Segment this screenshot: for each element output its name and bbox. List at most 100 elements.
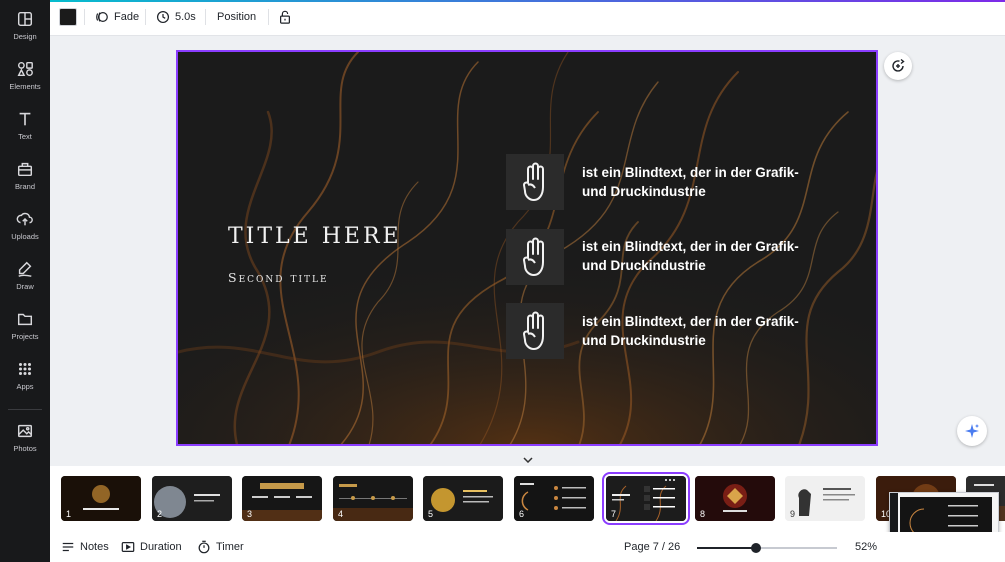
toolbar-divider xyxy=(84,9,85,25)
thumbnail-preview xyxy=(333,476,413,521)
page-thumbnail[interactable]: 6 xyxy=(514,476,594,521)
play-rectangle-icon xyxy=(121,542,135,552)
animation-label: Fade xyxy=(114,10,140,23)
stopwatch-icon xyxy=(198,540,210,554)
thumbnail-preview xyxy=(695,476,775,521)
zoom-slider-fill xyxy=(697,547,755,549)
slide-subtitle[interactable]: Second title xyxy=(228,270,329,285)
lock-button[interactable] xyxy=(278,0,297,33)
sidebar-item-label: Design xyxy=(13,31,37,41)
raised-fingers-hand-icon xyxy=(523,162,544,201)
duration-button[interactable]: 5.0s xyxy=(156,0,196,33)
raised-fingers-hand-icon xyxy=(523,311,544,350)
feature-text[interactable]: ist ein Blindtext, der in der Grafik- un… xyxy=(582,237,812,275)
sidebar-item-label: Uploads xyxy=(11,231,39,241)
page-thumbnail[interactable]: 9 xyxy=(785,476,865,521)
sidebar-item-design[interactable]: Design xyxy=(0,0,50,50)
color-picker-button[interactable] xyxy=(59,0,77,33)
refresh-plus-icon xyxy=(892,58,905,72)
feature-text[interactable]: ist ein Blindtext, der in der Grafik- un… xyxy=(582,312,812,350)
page-thumbnail[interactable]: 5 xyxy=(423,476,503,521)
thumbnail-number: 1 xyxy=(66,509,72,519)
sidebar-item-label: Projects xyxy=(11,331,39,341)
sidebar-item-label: Brand xyxy=(14,181,35,191)
feature-text[interactable]: ist ein Blindtext, der in der Grafik- un… xyxy=(582,163,812,201)
sidebar-item-projects[interactable]: Projects xyxy=(0,300,50,350)
sparkle-icon xyxy=(965,424,979,438)
raised-fingers-hand-icon xyxy=(523,237,544,276)
sidebar-item-elements[interactable]: Elements xyxy=(0,50,50,100)
draw-icon xyxy=(18,261,32,277)
thumbnail-preview xyxy=(242,476,322,521)
thumbnail-number: 3 xyxy=(247,509,253,519)
photo-icon xyxy=(17,424,33,437)
clock-icon xyxy=(156,10,170,23)
slide-canvas[interactable]: TITLE HERE Second title ist ein Blindtex… xyxy=(176,50,878,446)
thumbnail-number: 9 xyxy=(790,509,796,519)
slide-title[interactable]: TITLE HERE xyxy=(228,224,402,249)
page-thumbnail-selected[interactable]: 7 xyxy=(602,472,690,525)
page-indicator[interactable]: Page 7 / 26 xyxy=(624,532,680,562)
sidebar-item-label: Photos xyxy=(13,443,37,453)
left-sidebar: Design Elements Text Brand Uploads Draw … xyxy=(0,0,50,562)
thumbnail-number: 5 xyxy=(428,509,434,519)
zoom-slider-handle[interactable] xyxy=(751,543,761,553)
thumbnail-number: 8 xyxy=(700,509,706,519)
notes-label: Notes xyxy=(80,541,109,553)
zoom-percent-label: 52% xyxy=(855,541,878,553)
page-thumbnail[interactable]: 4 xyxy=(333,476,413,521)
hand-icon-box[interactable] xyxy=(506,154,564,210)
thumbnail-preview xyxy=(152,476,232,521)
shapes-icon xyxy=(17,61,33,76)
page-thumbnail[interactable]: 8 xyxy=(695,476,775,521)
sidebar-item-draw[interactable]: Draw xyxy=(0,250,50,300)
animation-button[interactable]: Fade xyxy=(95,0,139,33)
sidebar-item-brand[interactable]: Brand xyxy=(0,150,50,200)
timer-button[interactable]: Timer xyxy=(197,532,244,562)
collapse-pages-button[interactable] xyxy=(517,454,539,466)
thumbnail-preview xyxy=(785,476,865,521)
text-icon xyxy=(19,112,31,125)
thumbnail-number: 6 xyxy=(519,509,525,519)
fade-animation-icon xyxy=(96,11,108,22)
refresh-design-button[interactable] xyxy=(884,52,912,80)
sidebar-item-text[interactable]: Text xyxy=(0,100,50,150)
page-thumbnail[interactable]: 3 xyxy=(242,476,322,521)
upload-cloud-icon xyxy=(16,212,33,225)
sidebar-item-uploads[interactable]: Uploads xyxy=(0,200,50,250)
thumbnail-number: 4 xyxy=(338,509,344,519)
thumbnail-preview xyxy=(423,476,503,521)
zoom-slider-track[interactable] xyxy=(697,547,837,549)
page-thumbnail[interactable]: 2 xyxy=(152,476,232,521)
sidebar-divider xyxy=(8,409,42,410)
duration-toggle-label: Duration xyxy=(140,541,182,553)
brand-icon xyxy=(17,162,33,176)
duration-label: 5.0s xyxy=(175,10,196,23)
thumbnail-preview xyxy=(606,476,686,521)
toolbar-divider xyxy=(268,9,269,25)
timer-label: Timer xyxy=(216,541,244,553)
sidebar-item-photos[interactable]: Photos xyxy=(0,412,50,462)
hand-icon-box[interactable] xyxy=(506,229,564,285)
page-thumbnail[interactable]: 1 xyxy=(61,476,141,521)
page-indicator-label: Page 7 / 26 xyxy=(624,541,681,553)
folder-icon xyxy=(17,313,33,325)
thumbnail-number: 7 xyxy=(611,509,617,519)
position-button[interactable]: Position xyxy=(217,0,256,33)
sidebar-item-label: Text xyxy=(18,131,32,141)
duration-toggle-button[interactable]: Duration xyxy=(121,532,182,562)
hand-icon-box[interactable] xyxy=(506,303,564,359)
notes-button[interactable]: Notes xyxy=(61,532,109,562)
zoom-percent[interactable]: 52% xyxy=(855,532,877,562)
magic-assistant-button[interactable] xyxy=(957,416,987,446)
position-label: Position xyxy=(217,10,257,23)
sidebar-item-label: Apps xyxy=(16,381,34,391)
toolbar-divider xyxy=(205,9,206,25)
sidebar-item-apps[interactable]: Apps xyxy=(0,350,50,400)
lock-icon xyxy=(280,10,290,24)
color-swatch xyxy=(59,7,77,26)
thumbnail-preview xyxy=(61,476,141,521)
thumbnail-preview xyxy=(514,476,594,521)
sidebar-item-label: Draw xyxy=(16,281,34,291)
sidebar-item-label: Elements xyxy=(9,81,41,91)
